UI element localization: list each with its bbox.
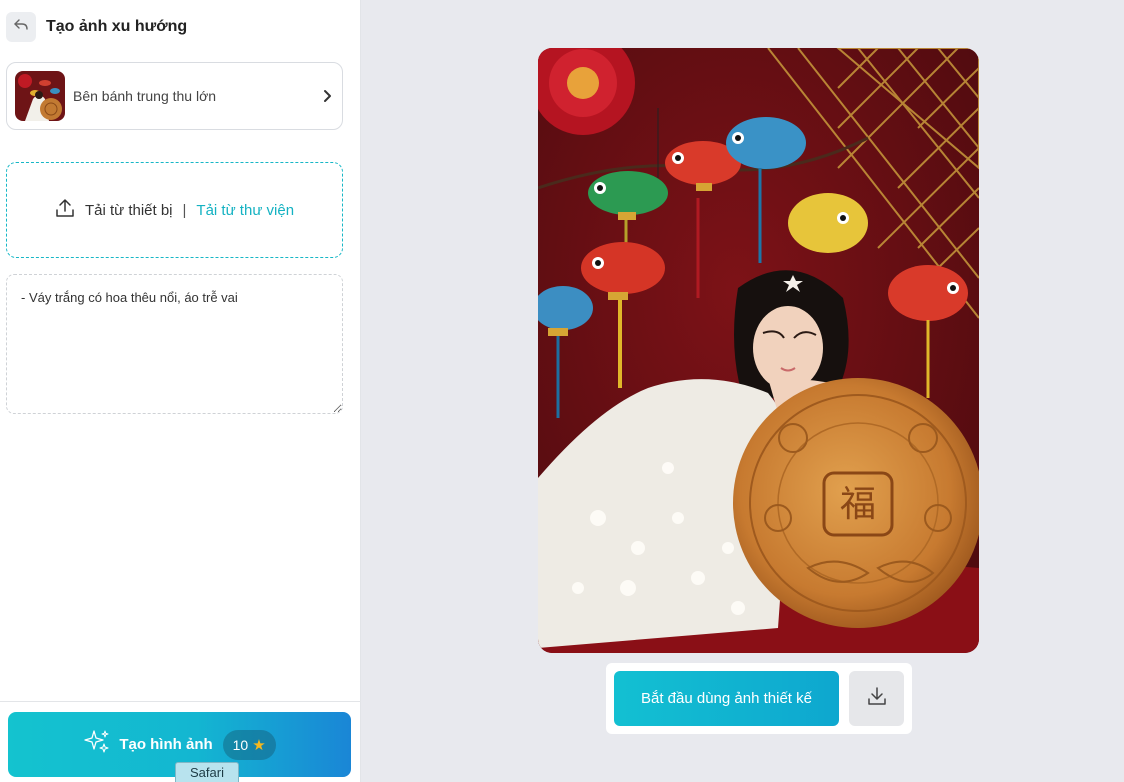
safari-tooltip: Safari <box>175 762 239 782</box>
star-icon: ★ <box>252 736 266 754</box>
upload-from-device-button[interactable]: Tải từ thiết bị <box>55 198 173 222</box>
download-button[interactable] <box>849 671 904 726</box>
sparkles-icon <box>83 728 111 761</box>
template-label: Bên bánh trung thu lớn <box>73 88 217 104</box>
template-thumbnail <box>15 71 65 121</box>
sidebar: Tạo ảnh xu hướng Bên bánh trung thu lớn <box>0 0 361 782</box>
header: Tạo ảnh xu hướng <box>6 12 187 42</box>
use-design-button[interactable]: Bắt đầu dùng ảnh thiết kế <box>614 671 839 726</box>
upload-separator: | <box>182 201 187 219</box>
template-selector[interactable]: Bên bánh trung thu lớn <box>6 62 343 130</box>
preview-image: 福 <box>538 48 979 653</box>
page-title: Tạo ảnh xu hướng <box>46 18 188 35</box>
preview-actions: Bắt đầu dùng ảnh thiết kế <box>606 663 912 734</box>
upload-from-library-link[interactable]: Tải từ thư viện <box>196 202 294 219</box>
upload-device-label: Tải từ thiết bị <box>84 201 173 219</box>
divider <box>0 701 361 702</box>
upload-icon <box>55 198 85 222</box>
svg-text:福: 福 <box>840 484 876 525</box>
credit-badge: 10 ★ <box>222 729 276 760</box>
back-arrow-icon <box>13 17 29 38</box>
chevron-right-icon <box>320 89 334 103</box>
upload-area: Tải từ thiết bị | Tải từ thư viện <box>6 162 343 258</box>
generate-label: Tạo hình ảnh <box>119 736 213 753</box>
download-icon <box>866 685 888 712</box>
back-button[interactable] <box>6 12 36 42</box>
prompt-textarea[interactable]: - Váy trắng có hoa thêu nổi, áo trễ vai <box>6 274 343 414</box>
credit-count: 10 <box>232 736 249 753</box>
